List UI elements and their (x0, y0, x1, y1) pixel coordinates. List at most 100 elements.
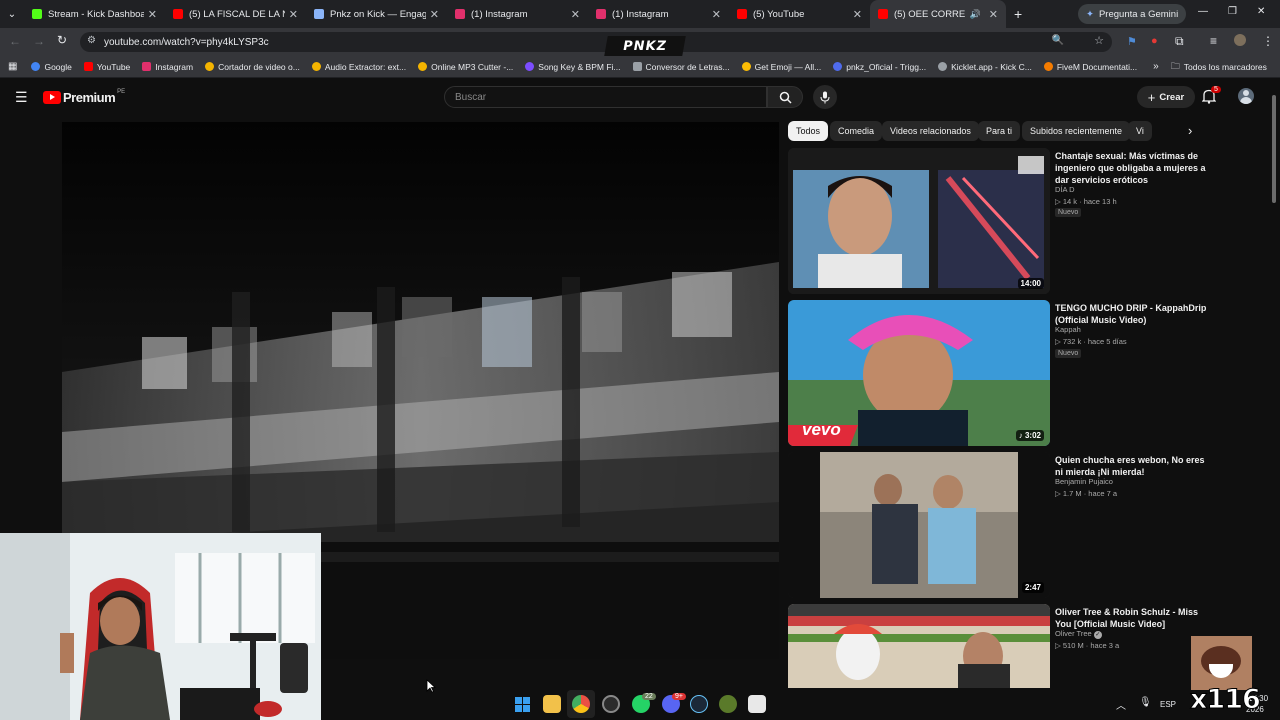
chip-more[interactable]: Vi (1128, 121, 1152, 141)
chevron-up-icon[interactable]: ︿ (1116, 697, 1126, 712)
video-title[interactable]: Oliver Tree & Robin Schulz - Miss You [O… (1055, 606, 1207, 630)
emoji-icon (741, 62, 751, 71)
bookmark-instagram[interactable]: Instagram (142, 62, 193, 72)
restore-icon[interactable]: ❐ (1228, 6, 1237, 17)
video-thumbnail[interactable]: 2:47 (788, 452, 1050, 598)
thumbnail-image (788, 148, 1050, 294)
bookmark-song-key[interactable]: Song Key & BPM Fi... (525, 62, 621, 72)
obs-icon[interactable] (602, 695, 620, 713)
search-button[interactable] (767, 86, 803, 108)
reload-icon[interactable]: ↻ (57, 33, 67, 47)
chip-comedia[interactable]: Comedia (830, 121, 883, 141)
notifications-button[interactable]: 5 (1201, 86, 1221, 106)
start-button[interactable] (515, 697, 530, 712)
bookmark-youtube[interactable]: YouTube (83, 62, 130, 72)
recommendation-item[interactable]: 14:00 Chantaje sexual: Más víctimas de i… (788, 148, 1208, 294)
bookmark-video-cutter[interactable]: Cortador de video o... (205, 62, 300, 72)
channel-name[interactable]: Oliver Tree ✓ (1055, 629, 1102, 639)
avatar[interactable] (1238, 88, 1254, 104)
tab-youtube[interactable]: (5) YouTube ✕ (729, 0, 870, 28)
video-thumbnail[interactable] (788, 604, 1050, 688)
bookmark-icon (938, 62, 948, 71)
chip-todos[interactable]: Todos (788, 121, 829, 141)
bookmark-fivem[interactable]: FiveM Documentati... (1043, 62, 1137, 72)
menu-icon[interactable]: ☰ (15, 89, 28, 106)
video-thumbnail[interactable]: 14:00 (788, 148, 1050, 294)
gemini-button[interactable]: ✦ Pregunta a Gemini (1078, 4, 1187, 24)
address-bar[interactable]: ⚙ youtube.com/watch?v=phy4kLYSP3c 🔍 ☆ (80, 32, 1112, 52)
extension-icon[interactable]: ⚑ (1127, 35, 1137, 48)
close-window-icon[interactable]: ✕ (1257, 6, 1265, 17)
minimize-icon[interactable]: — (1198, 6, 1208, 17)
media-icon[interactable]: ≡ (1210, 34, 1217, 48)
app-icon[interactable] (748, 695, 766, 713)
recommendation-item[interactable]: Oliver Tree & Robin Schulz - Miss You [O… (788, 604, 1208, 688)
tab-instagram-1[interactable]: (1) Instagram ✕ (447, 0, 588, 28)
tab-search-icon[interactable]: ⌄ (0, 9, 24, 20)
channel-name[interactable]: Kappah (1055, 325, 1081, 334)
page-scrollbar[interactable] (1272, 95, 1276, 203)
new-tab-icon[interactable]: + (1014, 6, 1022, 22)
close-tab-icon[interactable]: ✕ (712, 8, 721, 21)
video-title[interactable]: TENGO MUCHO DRIP - KappahDrip (Official … (1055, 302, 1207, 326)
speaker-icon[interactable]: 🔊 (970, 9, 981, 20)
app-icon[interactable] (719, 695, 737, 713)
overlay-counter: x116 (1190, 684, 1262, 716)
site-info-icon[interactable]: ⚙ (87, 35, 96, 46)
close-tab-icon[interactable]: ✕ (989, 8, 998, 21)
bookmarks-bar: ▦ Google YouTube Instagram Cortador de v… (0, 56, 1280, 78)
zoom-icon[interactable]: 🔍 (1052, 35, 1064, 46)
voice-search-button[interactable] (813, 85, 837, 109)
video-title[interactable]: Quien chucha eres webon, No eres ni mier… (1055, 454, 1207, 478)
puzzle-icon[interactable]: ⧉ (1175, 34, 1184, 49)
bookmark-star-icon[interactable]: ☆ (1094, 34, 1104, 47)
back-icon[interactable]: ← (9, 34, 21, 48)
youtube-premium-logo[interactable]: Premium PE (43, 89, 125, 105)
more-bookmarks-icon[interactable]: » (1153, 61, 1159, 72)
play-icon: ▷ (1055, 337, 1063, 346)
extension-icon[interactable]: ● (1151, 35, 1158, 47)
forward-icon[interactable]: → (33, 34, 45, 48)
bookmark-audio-extractor[interactable]: Audio Extractor: ext... (311, 62, 406, 72)
create-button[interactable]: + Crear (1137, 86, 1195, 108)
all-bookmarks-folder[interactable]: 🗀 Todos los marcadores (1171, 59, 1267, 75)
tab-youtube-active[interactable]: (5) OEE CORREE LUCHO🔊✕ (870, 0, 1006, 28)
close-tab-icon[interactable]: ✕ (571, 8, 580, 21)
chip-para-ti[interactable]: Para ti (978, 121, 1021, 141)
search-input[interactable]: Buscar (444, 86, 767, 108)
video-title[interactable]: Chantaje sexual: Más víctimas de ingenie… (1055, 150, 1207, 186)
new-badge: Nuevo (1055, 208, 1082, 217)
close-tab-icon[interactable]: ✕ (148, 8, 157, 21)
tab-kick-engagement[interactable]: Pnkz on Kick — Engagement✕ (306, 0, 447, 28)
close-tab-icon[interactable]: ✕ (430, 8, 439, 21)
profile-avatar-icon[interactable] (1234, 34, 1246, 46)
bookmark-mp3-cutter[interactable]: Online MP3 Cutter -... (418, 62, 513, 72)
webcam-overlay (0, 533, 321, 720)
chip-subidos-recientemente[interactable]: Subidos recientemente (1022, 121, 1131, 141)
steam-icon[interactable] (690, 695, 708, 713)
recommendation-item[interactable]: 2:47 Quien chucha eres webon, No eres ni… (788, 452, 1208, 598)
kick-icon (32, 9, 42, 19)
video-thumbnail[interactable]: vevo ♪ 3:02 (788, 300, 1050, 446)
chrome-menu-icon[interactable]: ⋮ (1262, 34, 1274, 48)
bookmark-get-emoji[interactable]: Get Emoji — All... (741, 62, 821, 72)
microphone-tray-icon[interactable]: 🎙 (1139, 697, 1152, 708)
bookmark-pnkz-oficial[interactable]: pnkz_Oficial - Trigg... (833, 62, 926, 72)
chips-next-icon[interactable]: › (1188, 123, 1192, 138)
bookmark-kicklet[interactable]: Kicklet.app - Kick C... (938, 62, 1032, 72)
apps-grid-icon[interactable]: ▦ (8, 61, 17, 72)
tab-kick-dashboard[interactable]: Stream - Kick Dashboard ✕ (24, 0, 165, 28)
channel-name[interactable]: DÍA D (1055, 185, 1075, 194)
bookmark-google[interactable]: Google (31, 62, 72, 72)
video-meta: ▷ 510 M · hace 3 a (1055, 641, 1120, 650)
recommendation-item[interactable]: vevo ♪ 3:02 TENGO MUCHO DRIP - KappahDri… (788, 300, 1208, 446)
tab-instagram-2[interactable]: (1) Instagram ✕ (588, 0, 729, 28)
file-explorer-icon[interactable] (543, 695, 561, 713)
close-tab-icon[interactable]: ✕ (289, 8, 298, 21)
close-tab-icon[interactable]: ✕ (853, 8, 862, 21)
channel-name[interactable]: Benjamin Pujaico (1055, 477, 1113, 486)
chip-videos-relacionados[interactable]: Videos relacionados (882, 121, 979, 141)
tab-youtube-fiscal[interactable]: (5) LA FISCAL DE LA NOCHE✕ (165, 0, 306, 28)
language-indicator[interactable]: ESP (1160, 700, 1176, 709)
bookmark-letras[interactable]: Conversor de Letras... (632, 62, 730, 72)
